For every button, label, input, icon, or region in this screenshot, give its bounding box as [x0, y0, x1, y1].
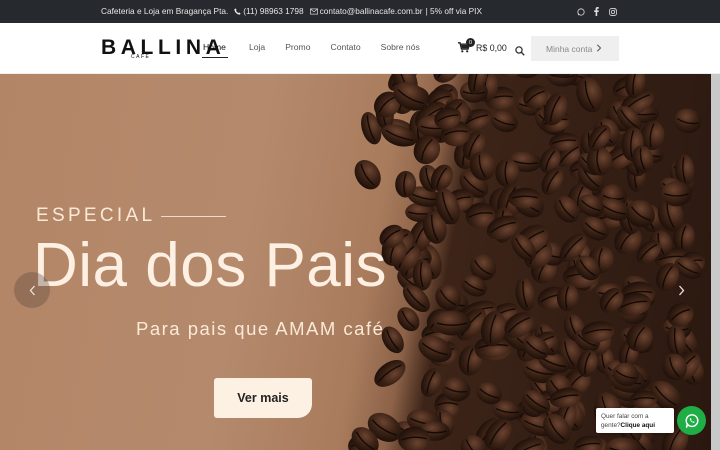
phone-link[interactable]: (11) 98963 1798: [243, 6, 303, 16]
my-account-button[interactable]: Minha conta: [531, 36, 619, 61]
my-account-label: Minha conta: [546, 43, 593, 54]
whatsapp-chat-button[interactable]: [677, 406, 706, 435]
phone-icon: [234, 7, 241, 15]
chat-click-here-link[interactable]: Clique aqui: [621, 422, 655, 429]
main-nav: Home Loja Promo Contato Sobre nós: [202, 42, 420, 58]
top-bar-info: Cafeteria e Loja em Bragança Pta. (11) 9…: [101, 6, 482, 16]
search-icon: [515, 46, 525, 56]
hero-title: Dia dos Pais: [33, 231, 388, 300]
cart-count-badge: 0: [466, 38, 475, 47]
location-text: Cafeteria e Loja em Bragança Pta.: [101, 6, 229, 16]
facebook-icon[interactable]: [592, 6, 601, 17]
hero-subtitle: Para pais que AMAM café: [136, 318, 385, 339]
site-header: BALLINA CAFÉ Home Loja Promo Contato Sob…: [0, 23, 720, 74]
chevron-left-icon: [29, 285, 35, 295]
nav-item-contato[interactable]: Contato: [331, 42, 361, 52]
nav-item-promo[interactable]: Promo: [285, 42, 310, 52]
cart-button[interactable]: 0 R$ 0,00: [458, 38, 507, 53]
pix-promo-text: | 5% off via PIX: [425, 6, 482, 16]
nav-item-loja[interactable]: Loja: [249, 42, 265, 52]
whatsapp-icon: [684, 413, 699, 428]
logo-subtitle: CAFÉ: [129, 54, 153, 60]
whatsapp-icon[interactable]: [576, 6, 585, 17]
chevron-right-icon: [678, 285, 684, 295]
email-link[interactable]: contato@ballinacafe.com.br: [320, 6, 423, 16]
search-button[interactable]: [515, 43, 525, 61]
top-bar: Cafeteria e Loja em Bragança Pta. (11) 9…: [0, 0, 720, 23]
mail-icon: [309, 8, 318, 14]
page-scrollbar[interactable]: [711, 74, 720, 450]
ver-mais-button[interactable]: Ver mais: [214, 378, 312, 418]
cart-total: R$ 0,00: [476, 42, 507, 53]
chat-prompt-line2: gente?: [601, 422, 621, 429]
slider-next-button[interactable]: [668, 277, 694, 303]
social-links: [576, 6, 617, 17]
hero-eyebrow: ESPECIAL: [36, 205, 156, 226]
chat-prompt-bubble[interactable]: Quer falar com a gente?Clique aqui: [596, 408, 674, 433]
nav-item-home[interactable]: Home: [202, 42, 228, 58]
chat-prompt-line1: Quer falar com a: [601, 413, 649, 420]
chevron-right-icon: [596, 44, 602, 52]
nav-item-sobre-nos[interactable]: Sobre nós: [381, 42, 420, 52]
hero-divider: [161, 216, 226, 217]
slider-prev-button[interactable]: [14, 272, 50, 308]
instagram-icon[interactable]: [608, 6, 617, 17]
